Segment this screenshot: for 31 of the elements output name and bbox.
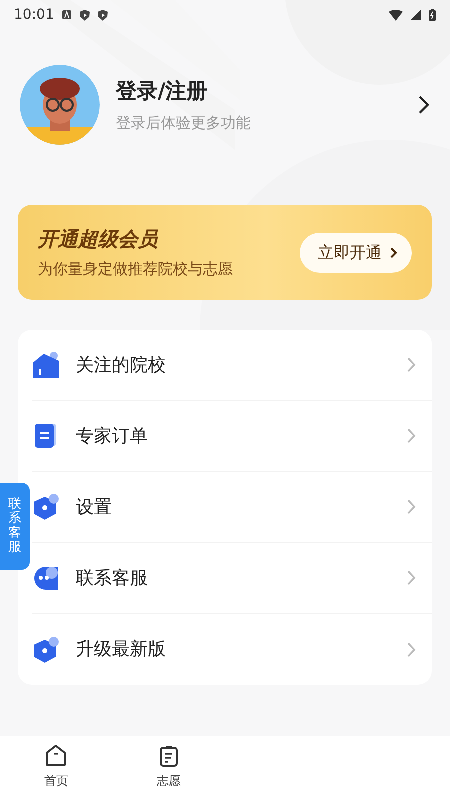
status-time: 10:01 <box>14 6 54 24</box>
activate-button[interactable]: 立即开通 <box>300 232 412 272</box>
status-notification-icon <box>62 10 72 20</box>
chevron-right-icon <box>407 642 416 658</box>
chevron-right-icon <box>407 499 416 515</box>
hexagon-icon <box>32 636 60 664</box>
nav-tab[interactable]: 首页 <box>38 736 74 800</box>
shield-icon <box>98 10 108 20</box>
vip-title: 开通超级会员 <box>38 226 160 254</box>
nav-tab[interactable]: 志愿 <box>150 736 187 800</box>
vip-subtitle: 为你量身定做推荐院校与志愿 <box>38 259 234 280</box>
signal-icon <box>411 10 421 20</box>
home-icon <box>44 744 68 768</box>
menu-item[interactable]: 专家订单 <box>32 401 432 472</box>
chevron-right-icon <box>407 428 416 444</box>
chevron-right-icon[interactable] <box>418 95 430 115</box>
chat-icon <box>32 564 60 592</box>
battery-icon <box>429 9 436 21</box>
chevron-right-icon <box>407 570 416 586</box>
login-subtitle: 登录后体验更多功能 <box>116 112 252 134</box>
caret-icon <box>390 246 398 258</box>
shield-icon <box>80 10 90 20</box>
menu-item[interactable]: 升级最新版 <box>32 614 432 685</box>
chevron-right-icon <box>407 357 416 373</box>
house-icon <box>32 351 60 379</box>
menu-item[interactable]: 关注的院校 <box>32 330 432 401</box>
login-title[interactable]: 登录/注册 <box>116 76 402 108</box>
wifi-icon <box>389 10 403 20</box>
menu-item[interactable]: 联系客服 <box>32 543 432 614</box>
hexagon-icon <box>32 493 60 521</box>
menu-item[interactable]: 设置 <box>32 472 432 543</box>
